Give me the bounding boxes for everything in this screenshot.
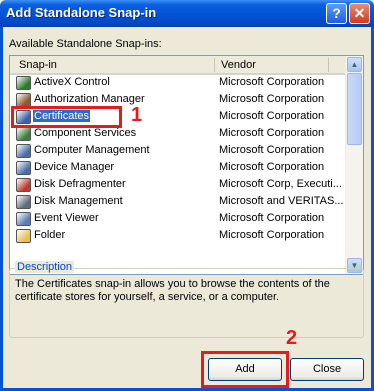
snapin-vendor: Microsoft Corporation: [219, 161, 325, 173]
snapin-vendor: Microsoft Corporation: [219, 229, 325, 241]
list-item[interactable]: Disk Management Microsoft and VERITAS...: [10, 194, 347, 211]
computer-management-icon: [16, 144, 31, 158]
help-icon: ?: [332, 5, 341, 21]
description-group: Description The Certificates snap-in all…: [9, 261, 364, 338]
scroll-thumb[interactable]: [347, 73, 362, 145]
snapin-vendor: Microsoft Corp, Executi...: [219, 178, 342, 190]
scroll-up-button[interactable]: ▲: [347, 57, 362, 72]
snapin-vendor: Microsoft Corporation: [219, 76, 325, 88]
list-item[interactable]: Device Manager Microsoft Corporation: [10, 160, 347, 177]
list-item[interactable]: ActiveX Control Microsoft Corporation: [10, 75, 347, 92]
component-services-icon: [16, 127, 31, 141]
list-item[interactable]: Disk Defragmenter Microsoft Corp, Executi…: [10, 177, 347, 194]
snapin-vendor: Microsoft Corporation: [219, 212, 325, 224]
title-bar[interactable]: Add Standalone Snap-in ? ✕: [0, 0, 374, 27]
description-legend: Description: [15, 261, 75, 273]
close-window-button[interactable]: ✕: [349, 3, 370, 24]
list-item[interactable]: Component Services Microsoft Corporation: [10, 126, 347, 143]
close-button[interactable]: Close: [290, 358, 364, 381]
snapin-list[interactable]: Snap-in Vendor ActiveX Control Microsoft …: [9, 55, 364, 275]
disk-management-icon: [16, 195, 31, 209]
window-title: Add Standalone Snap-in: [6, 5, 157, 20]
folder-icon: [16, 229, 31, 243]
description-text: The Certificates snap-in allows you to b…: [15, 278, 330, 303]
snapin-vendor: Microsoft Corporation: [219, 127, 325, 139]
snapin-name: Folder: [34, 229, 66, 241]
snapin-name: Disk Defragmenter: [34, 178, 126, 190]
snapin-name: Component Services: [34, 127, 137, 139]
snapin-name: ActiveX Control: [34, 76, 110, 88]
highlight-box-certificates: [11, 106, 122, 128]
snapin-vendor: Microsoft Corporation: [219, 93, 325, 105]
annotation-number-2: 2: [286, 327, 298, 349]
snapin-vendor: Microsoft and VERITAS...: [219, 195, 344, 207]
list-item[interactable]: Event Viewer Microsoft Corporation: [10, 211, 347, 228]
available-snapins-label: Available Standalone Snap-ins:: [9, 38, 162, 50]
snapin-vendor: Microsoft Corporation: [219, 110, 325, 122]
snapin-name: Disk Management: [34, 195, 123, 207]
snapin-name: Computer Management: [34, 144, 150, 156]
annotation-number-1: 1: [131, 104, 143, 126]
close-icon: ✕: [353, 5, 366, 21]
disk-defragmenter-icon: [16, 178, 31, 192]
snapin-name: Event Viewer: [34, 212, 99, 224]
snapin-vendor: Microsoft Corporation: [219, 144, 325, 156]
list-item[interactable]: Folder Microsoft Corporation: [10, 228, 347, 245]
column-divider[interactable]: [328, 58, 329, 72]
event-viewer-icon: [16, 212, 31, 226]
list-rows: ActiveX Control Microsoft Corporation Auth…: [10, 75, 347, 245]
add-button[interactable]: Add: [208, 358, 282, 381]
column-header-vendor[interactable]: Vendor: [221, 59, 256, 71]
list-header: Snap-in Vendor: [10, 56, 347, 75]
help-button[interactable]: ?: [326, 3, 347, 24]
authorization-manager-icon: [16, 93, 31, 107]
snapin-name: Authorization Manager: [34, 93, 145, 105]
device-manager-icon: [16, 161, 31, 175]
column-divider[interactable]: [214, 58, 215, 72]
list-item[interactable]: Computer Management Microsoft Corporation: [10, 143, 347, 160]
column-header-snapin[interactable]: Snap-in: [19, 59, 57, 71]
snapin-name: Device Manager: [34, 161, 115, 173]
vertical-scrollbar[interactable]: ▲ ▼: [345, 56, 363, 274]
activex-icon: [16, 76, 31, 90]
